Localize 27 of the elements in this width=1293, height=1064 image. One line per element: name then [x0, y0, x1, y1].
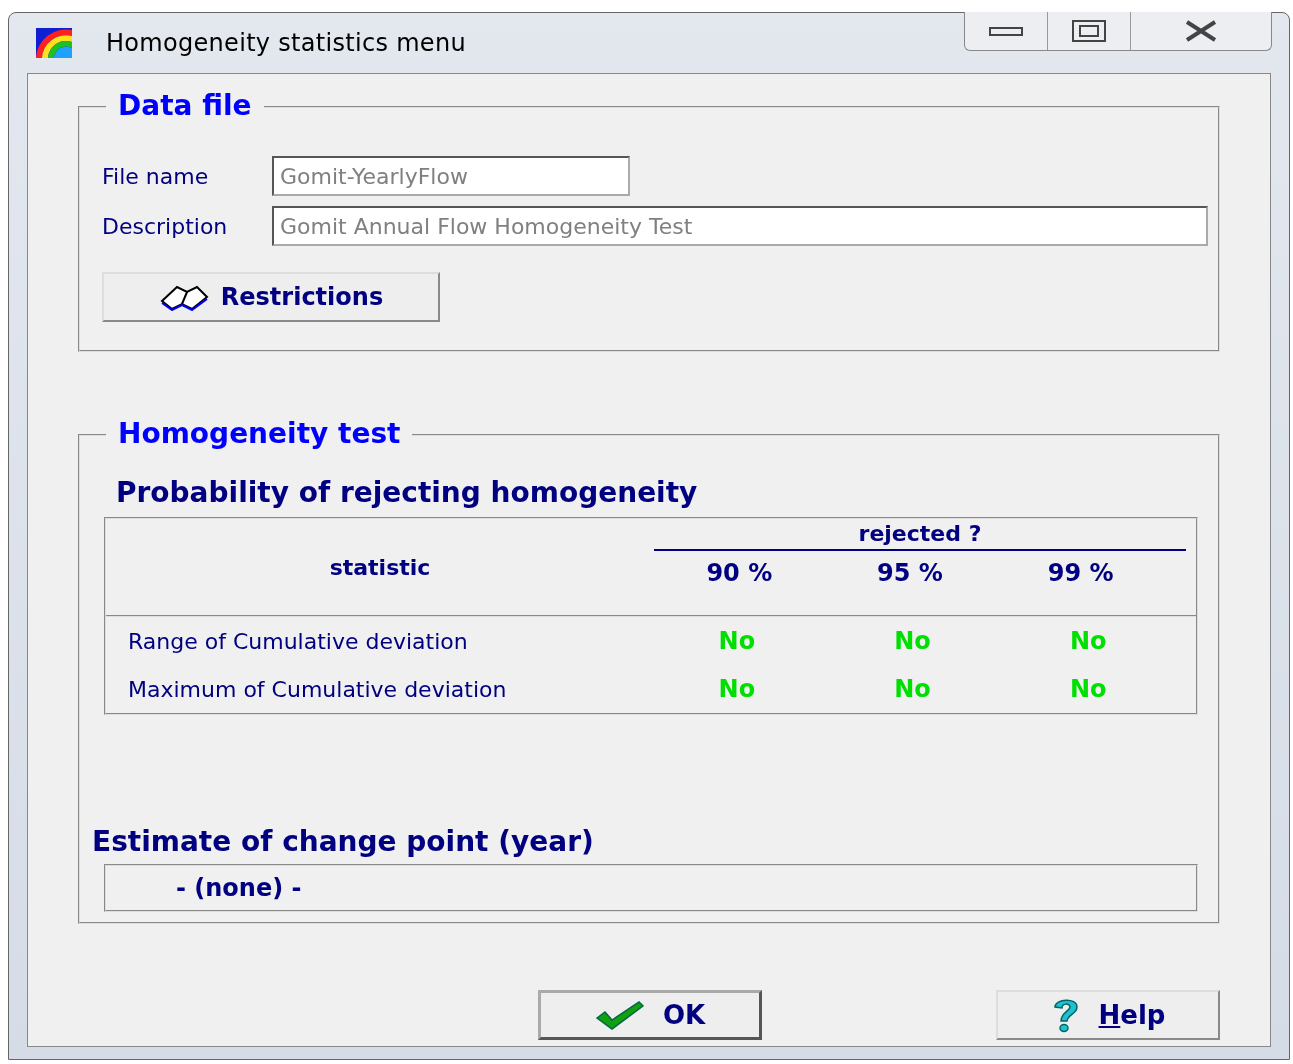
section-heading: Probability of rejecting homogeneity: [116, 476, 699, 509]
maximize-icon: [1072, 20, 1106, 42]
result-cell-text: No: [893, 627, 932, 655]
table-cell-text: Range of Cumulative deviation: [127, 628, 469, 654]
result-cell-text: No: [1068, 675, 1108, 703]
window-title: Homogeneity statistics menu: [106, 29, 466, 57]
column-header: 99 %: [1046, 559, 1115, 587]
column-header: 95 %: [876, 559, 944, 587]
book-icon: [158, 283, 209, 311]
restrictions-button[interactable]: Restrictions: [102, 272, 440, 322]
result-cell-text: No: [717, 627, 757, 655]
result-cell-text: No: [893, 675, 932, 703]
result-cell-text: No: [717, 675, 757, 703]
column-group-header: rejected ?: [654, 519, 1186, 551]
column-header: statistic: [329, 554, 431, 580]
checkmark-icon: [594, 1000, 645, 1030]
section-heading: Estimate of change point (year): [92, 825, 595, 858]
close-icon: [1184, 20, 1218, 42]
field-label: File name: [102, 163, 210, 189]
ok-button[interactable]: OK: [538, 990, 762, 1040]
result-cell-text: No: [1068, 627, 1108, 655]
minimize-icon: [989, 25, 1023, 37]
table-cell-text: Maximum of Cumulative deviation: [127, 676, 508, 702]
change-point-field: - (none) -: [104, 864, 1198, 912]
field-label: Description: [102, 213, 229, 239]
column-header: 90 %: [705, 559, 774, 587]
help-button[interactable]: Help: [996, 990, 1220, 1040]
